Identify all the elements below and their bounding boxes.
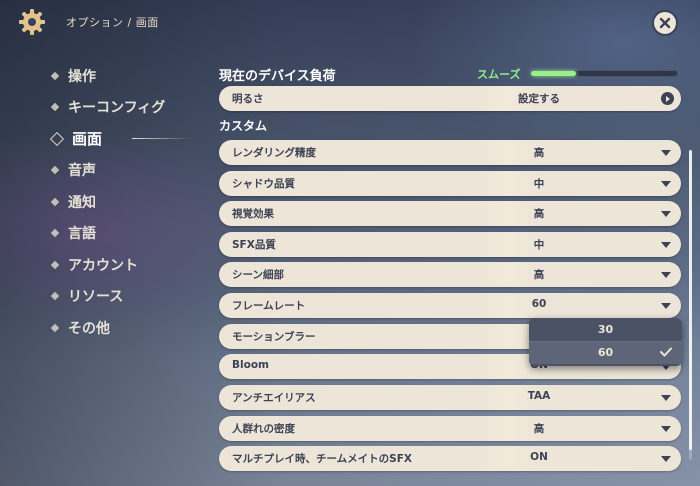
frame-rate-dropdown: 30 60 [529,318,682,366]
setting-row-scene-detail[interactable]: シーン細部 高 [219,262,681,287]
setting-row-anti-aliasing[interactable]: アンチエイリアス TAA [219,385,681,410]
diamond-icon [50,166,60,175]
setting-label: SFX品質 [232,239,276,251]
setting-label: マルチプレイ時、チームメイトのSFX [232,453,413,465]
frame-rate-option-60[interactable]: 60 [529,341,682,364]
diamond-icon [50,323,60,332]
sidebar-item-label: リソース [68,289,124,306]
setting-value: 高 [533,208,545,220]
setting-value: 高 [533,269,545,281]
sidebar-item-label: 音声 [68,163,96,180]
setting-value: 高 [533,147,545,159]
option-label: 30 [597,323,614,336]
sidebar-item-language[interactable]: 言語 [50,218,202,250]
setting-label: シーン細部 [232,269,284,281]
chevron-down-icon [661,303,671,309]
chevron-down-icon [661,150,671,156]
setting-row-render-resolution[interactable]: レンダリング精度 高 [219,140,681,165]
sidebar-item-graphics[interactable]: 画面 [49,123,202,155]
sidebar-item-notifications[interactable]: 通知 [50,186,202,218]
setting-label: フレームレート [232,300,306,312]
device-load-bar [530,70,678,77]
setting-value: 設定する [518,93,560,105]
setting-label: シャドウ品質 [232,178,295,190]
diamond-icon [50,229,60,238]
setting-label: 明るさ [232,93,264,105]
setting-row-crowd-density[interactable]: 人群れの密度 高 [219,416,681,441]
sidebar-item-controls[interactable]: 操作 [50,60,202,92]
sidebar-item-label: アカウント [68,257,138,274]
setting-label: モーションブラー [232,331,316,343]
breadcrumb: オプション / 画面 [66,16,159,29]
chevron-down-icon [661,395,671,401]
setting-row-sfx-quality[interactable]: SFX品質 中 [219,232,681,257]
setting-label: レンダリング精度 [232,147,316,159]
device-load-status: スムーズ [477,68,521,81]
sidebar-item-label: 通知 [68,194,96,211]
chevron-down-icon [661,456,671,462]
setting-value: 中 [533,239,545,251]
setting-row-shadow-quality[interactable]: シャドウ品質 中 [219,171,681,196]
diamond-icon [50,260,60,269]
gear-icon [19,9,45,35]
close-icon [659,17,671,29]
checkmark-icon [660,347,672,357]
chevron-down-icon [661,211,671,217]
close-button[interactable] [652,10,678,36]
sidebar-item-label: 画面 [72,130,103,149]
sidebar-item-account[interactable]: アカウント [50,249,202,281]
setting-label: Bloom [232,359,269,371]
custom-section-title: カスタム [219,119,268,133]
setting-row-coop-teammate-sfx[interactable]: マルチプレイ時、チームメイトのSFX ON [219,446,681,471]
sidebar-item-audio[interactable]: 音声 [50,155,202,187]
chevron-down-icon [661,272,671,278]
setting-row-visual-effects[interactable]: 視覚効果 高 [219,201,681,226]
setting-value: 60 [531,298,547,310]
diamond-icon [50,103,60,112]
setting-row-frame-rate[interactable]: フレームレート 60 [219,293,681,318]
arrow-right-icon [661,92,674,105]
device-load-bar-fill [531,71,577,76]
brightness-row[interactable]: 明るさ 設定する [219,86,681,111]
sidebar-item-label: 言語 [68,226,96,243]
sidebar: 操作 キーコンフィグ 画面 音声 通知 言語 アカウント リソース その他 [49,60,202,344]
diamond-icon [50,292,60,301]
setting-label: アンチエイリアス [232,392,316,404]
sidebar-item-label: キーコンフィグ [68,100,166,117]
chevron-down-icon [661,181,671,187]
setting-value: ON [530,451,548,463]
setting-label: 人群れの密度 [232,423,295,435]
frame-rate-option-30[interactable]: 30 [529,319,682,341]
chevron-down-icon [661,426,671,432]
diamond-icon [50,197,60,206]
header: オプション / 画面 [0,0,700,44]
setting-value: 高 [533,423,545,435]
diamond-icon [49,131,65,146]
sidebar-item-other[interactable]: その他 [50,312,202,344]
device-load-title: 現在のデバイス負荷 [219,69,336,84]
setting-value: 中 [533,178,545,190]
setting-label: 視覚効果 [232,208,274,220]
sidebar-item-resources[interactable]: リソース [50,281,202,313]
sidebar-item-label: 操作 [68,68,96,85]
diamond-icon [50,71,60,80]
sidebar-item-keybinds[interactable]: キーコンフィグ [50,92,202,124]
scrollbar[interactable] [689,150,692,460]
scrollbar-thumb[interactable] [689,150,692,450]
sidebar-item-label: その他 [68,320,110,337]
chevron-down-icon [661,242,671,248]
setting-value: TAA [527,390,551,402]
